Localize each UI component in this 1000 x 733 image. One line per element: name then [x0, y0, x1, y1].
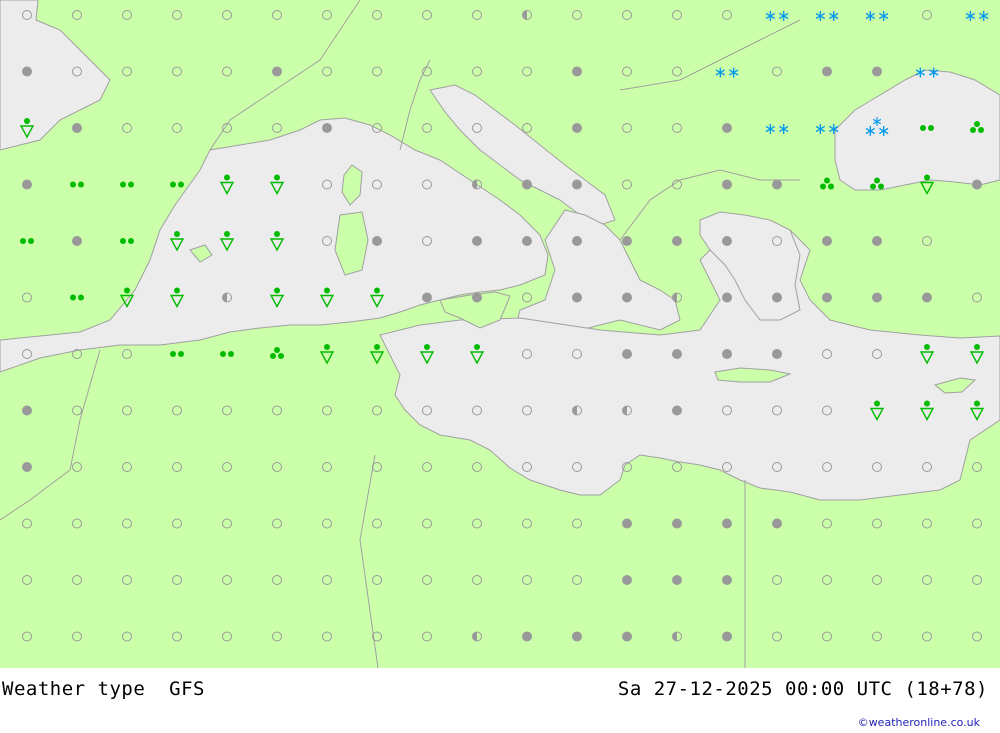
weather-symbol-cloudy	[472, 292, 482, 303]
weather-symbol-cloudy	[672, 518, 682, 529]
weather-symbol-cloudy	[672, 575, 682, 585]
weather-symbol-cloudy	[772, 518, 782, 529]
weather-symbol-cloudy	[722, 631, 732, 642]
svg-text:∗∗: ∗∗	[914, 63, 941, 82]
weather-symbol-cloudy	[572, 123, 582, 133]
weather-symbol-cloudy	[572, 292, 582, 303]
footer: Weather type GFS Sa 27-12-2025 00:00 UTC…	[0, 668, 1000, 733]
weather-symbol-cloudy	[22, 462, 32, 472]
weather-symbol-cloudy	[572, 66, 582, 77]
weather-symbol-cloudy	[22, 179, 32, 190]
svg-text:∗∗: ∗∗	[864, 6, 891, 25]
weather-symbol-cloudy	[472, 236, 482, 246]
weather-symbol-cloudy	[72, 123, 82, 133]
weather-symbol-cloudy	[522, 236, 532, 246]
weather-symbol-cloudy	[622, 631, 632, 642]
weather-symbol-snow: ∗∗	[814, 6, 841, 25]
weather-symbol-cloudy	[22, 405, 32, 416]
weather-symbol-cloudy	[572, 631, 582, 642]
svg-text:∗∗: ∗∗	[814, 6, 841, 25]
weather-symbol-cloudy	[522, 179, 532, 190]
weather-symbol-cloudy	[572, 179, 582, 190]
svg-text:∗: ∗	[871, 114, 883, 130]
weather-symbol-cloudy	[572, 236, 582, 246]
weather-symbol-cloudy	[622, 349, 632, 359]
weather-symbol-cloudy	[622, 292, 632, 303]
weather-symbol-snow: ∗∗	[764, 6, 791, 25]
weather-symbol-cloudy	[522, 631, 532, 642]
weather-symbol-cloudy	[372, 236, 382, 246]
svg-text:∗∗: ∗∗	[964, 6, 991, 25]
svg-text:∗∗: ∗∗	[764, 6, 791, 25]
weather-symbol-cloudy	[272, 66, 282, 77]
weather-symbol-cloudy	[722, 179, 732, 190]
weather-symbol-cloudy	[672, 405, 682, 416]
weather-symbol-cloudy	[772, 349, 782, 359]
weather-symbol-cloudy	[972, 179, 982, 190]
weather-symbol-cloudy	[622, 518, 632, 529]
weather-symbol-cloudy	[722, 518, 732, 529]
weather-symbol-cloudy	[872, 292, 882, 303]
credit-link[interactable]: ©weatheronline.co.uk	[858, 716, 980, 729]
weather-symbol-cloudy	[72, 236, 82, 246]
weather-symbol-cloudy	[622, 575, 632, 585]
svg-text:∗∗: ∗∗	[814, 119, 841, 138]
weather-symbol-cloudy	[672, 349, 682, 359]
weather-symbol-cloudy	[722, 292, 732, 303]
weather-symbol-cloudy	[772, 179, 782, 190]
weather-symbol-cloudy	[772, 292, 782, 303]
svg-text:∗∗: ∗∗	[764, 119, 791, 138]
weather-symbol-snow: ∗∗	[864, 6, 891, 25]
weather-symbol-cloudy	[722, 349, 732, 359]
weather-symbol-cloudy	[822, 236, 832, 246]
weather-symbol-cloudy	[672, 236, 682, 246]
weather-symbol-snow: ∗∗	[964, 6, 991, 25]
weather-symbol-cloudy	[872, 66, 882, 77]
weather-symbol-cloudy	[722, 123, 732, 133]
weather-symbol-cloudy	[922, 292, 932, 303]
svg-text:∗∗: ∗∗	[714, 63, 741, 82]
weather-symbol-snow: ∗∗	[714, 63, 741, 82]
weather-map: ∗∗ ∗∗ ∗∗ ∗∗∗∗ ∗∗∗∗ ∗∗ ∗∗∗	[0, 0, 1000, 668]
weather-symbol-cloudy	[622, 236, 632, 246]
weather-symbol-cloudy	[422, 292, 432, 303]
weather-symbol-cloudy	[722, 236, 732, 246]
weather-symbol-snow: ∗∗	[814, 119, 841, 138]
weather-symbol-snow: ∗∗	[914, 63, 941, 82]
weather-symbol-cloudy	[822, 292, 832, 303]
weather-symbol-cloudy	[822, 66, 832, 77]
map-title: Weather type GFS	[2, 678, 205, 700]
model-name: GFS	[169, 678, 205, 700]
weather-symbol-cloudy	[322, 123, 332, 133]
weather-symbol-cloudy	[722, 575, 732, 585]
weather-symbol-cloudy	[872, 236, 882, 246]
weather-symbol-cloudy	[22, 66, 32, 77]
weather-symbol-snow: ∗∗	[764, 119, 791, 138]
valid-time: Sa 27-12-2025 00:00 UTC (18+78)	[617, 678, 988, 700]
